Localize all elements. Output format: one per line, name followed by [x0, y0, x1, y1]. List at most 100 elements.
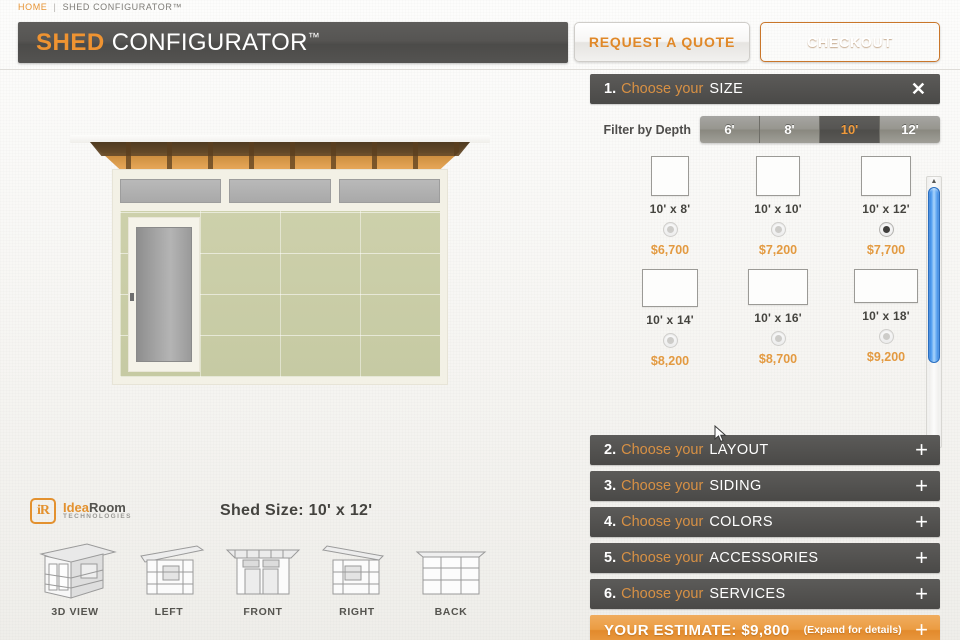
header-divider — [0, 69, 960, 70]
step-number: 6. — [604, 586, 617, 602]
size-thumbnail — [642, 269, 698, 307]
view-thumb-left[interactable]: LEFT — [122, 536, 216, 618]
shed-door-handle-icon — [130, 293, 134, 301]
shed-size-label: Shed Size: 10' x 12' — [220, 502, 373, 519]
estimate-bar[interactable]: YOUR ESTIMATE: $9,800 (Expand for detail… — [590, 615, 940, 640]
step-object: LAYOUT — [709, 442, 769, 458]
page-title-accent: SHED — [36, 28, 105, 56]
depth-option-10[interactable]: 10' — [820, 116, 880, 143]
size-option-label: 10' x 12' — [862, 202, 910, 216]
size-option-radio[interactable] — [878, 329, 894, 344]
breadcrumb-current: SHED CONFIGURATOR™ — [62, 2, 183, 12]
depth-option-8[interactable]: 8' — [760, 116, 820, 143]
accordion-header-layout[interactable]: 2. Choose your LAYOUT + — [590, 435, 940, 465]
view-thumb-label: RIGHT — [339, 606, 375, 618]
step-number: 1. — [604, 81, 617, 97]
header-actions: REQUEST A QUOTE CHECKOUT — [574, 22, 940, 62]
size-option-price: $7,700 — [866, 243, 906, 257]
step-verb: Choose your — [621, 586, 704, 602]
clerestory-pane — [338, 179, 440, 203]
depth-option-6[interactable]: 6' — [700, 116, 760, 143]
shed-preview-stage[interactable] — [0, 80, 560, 480]
size-option-price: $9,200 — [866, 350, 906, 364]
accordion-header-siding[interactable]: 3. Choose your SIDING + — [590, 471, 940, 501]
idearoom-logo-name: IdeaRoom — [63, 499, 126, 515]
shed-roof-rafters — [90, 142, 470, 170]
size-option-price: $8,700 — [758, 352, 798, 366]
size-option-price: $8,200 — [650, 354, 690, 368]
size-thumbnail — [748, 269, 808, 305]
size-thumbnail — [854, 269, 918, 303]
trademark-symbol: ™ — [307, 29, 321, 44]
size-panel-scrollbar[interactable]: ▲ ▼ — [926, 176, 942, 448]
expand-plus-icon[interactable]: + — [915, 583, 928, 605]
depth-filter-label: Filter by Depth — [603, 122, 691, 137]
idearoom-logo-mark-icon: iR — [30, 498, 56, 524]
accordion-header-accessories[interactable]: 5. Choose your ACCESSORIES + — [590, 543, 940, 573]
scroll-up-icon[interactable]: ▲ — [931, 178, 938, 186]
step-number: 4. — [604, 514, 617, 530]
accordion-header-colors[interactable]: 4. Choose your COLORS + — [590, 507, 940, 537]
idearoom-logo: iR IdeaRoom TECHNOLOGIES — [30, 498, 132, 524]
size-option-label: 10' x 14' — [646, 313, 694, 327]
shed-front-view-icon — [225, 549, 301, 595]
size-option-radio[interactable] — [770, 331, 786, 346]
step-object: SIZE — [709, 81, 744, 97]
size-option-label: 10' x 18' — [862, 309, 910, 323]
size-option-10x18[interactable]: 10' x 18' $9,200 — [832, 269, 940, 368]
size-option-radio[interactable] — [662, 222, 678, 237]
breadcrumb: HOME | SHED CONFIGURATOR™ — [18, 2, 182, 12]
expand-plus-icon[interactable]: + — [915, 475, 928, 497]
size-option-radio[interactable] — [770, 222, 786, 237]
page-title-rest: CONFIGURATOR™ — [111, 28, 321, 56]
idearoom-logo-tagline: TECHNOLOGIES — [63, 513, 132, 521]
view-thumb-front[interactable]: FRONT — [216, 536, 310, 618]
expand-plus-icon[interactable]: + — [915, 547, 928, 569]
step-object: ACCESSORIES — [709, 550, 819, 566]
shed-3d-view-icon — [39, 543, 117, 599]
estimate-hint: (Expand for details) — [803, 624, 902, 636]
size-option-label: 10' x 10' — [754, 202, 802, 216]
checkout-button[interactable]: CHECKOUT — [760, 22, 940, 62]
view-thumb-back[interactable]: BACK — [404, 536, 498, 618]
step-number: 5. — [604, 550, 617, 566]
view-thumb-3d-view[interactable]: 3D VIEW — [28, 536, 122, 618]
size-option-10x8[interactable]: 10' x 8' $6,700 — [616, 156, 724, 257]
expand-plus-icon[interactable]: + — [915, 439, 928, 461]
shed-right-view-icon — [321, 545, 385, 595]
step-verb: Choose your — [621, 514, 704, 530]
view-thumb-label: FRONT — [243, 606, 283, 618]
view-thumb-right[interactable]: RIGHT — [310, 536, 404, 618]
size-option-price: $6,700 — [650, 243, 690, 257]
size-option-radio[interactable] — [662, 333, 678, 348]
accordion-header-size[interactable]: 1. Choose your SIZE ✕ — [590, 74, 940, 104]
size-option-10x12[interactable]: 10' x 12' $7,700 — [832, 156, 940, 257]
depth-filter-group: 6' 8' 10' 12' — [700, 116, 940, 143]
shed-door — [136, 227, 192, 362]
expand-plus-icon[interactable]: + — [915, 511, 928, 533]
request-a-quote-button[interactable]: REQUEST A QUOTE — [574, 22, 750, 62]
size-thumbnail — [861, 156, 911, 196]
step-number: 3. — [604, 478, 617, 494]
page-title: SHED CONFIGURATOR™ — [18, 22, 568, 63]
step-object: COLORS — [709, 514, 773, 530]
close-icon[interactable]: ✕ — [911, 80, 926, 98]
step-verb: Choose your — [621, 81, 704, 97]
size-option-label: 10' x 16' — [754, 311, 802, 325]
size-option-10x14[interactable]: 10' x 14' $8,200 — [616, 269, 724, 368]
estimate-label: YOUR ESTIMATE: $9,800 — [604, 621, 790, 639]
breadcrumb-home-link[interactable]: HOME — [18, 2, 47, 12]
size-option-10x10[interactable]: 10' x 10' $7,200 — [724, 156, 832, 257]
size-option-10x16[interactable]: 10' x 16' $8,700 — [724, 269, 832, 368]
depth-option-12[interactable]: 12' — [880, 116, 940, 143]
size-section-body: Filter by Depth 6' 8' 10' 12' 10' x 8' $… — [590, 104, 942, 448]
scrollbar-thumb[interactable] — [928, 187, 940, 363]
size-thumbnail — [651, 156, 689, 196]
view-thumb-label: LEFT — [154, 606, 184, 618]
shed-clerestory-windows — [120, 179, 440, 203]
clerestory-pane — [229, 179, 331, 203]
size-option-radio-selected[interactable] — [878, 222, 894, 237]
configurator-panel: 1. Choose your SIZE ✕ Filter by Depth 6'… — [574, 74, 960, 640]
expand-plus-icon[interactable]: + — [915, 619, 928, 640]
accordion-header-services[interactable]: 6. Choose your SERVICES + — [590, 579, 940, 609]
